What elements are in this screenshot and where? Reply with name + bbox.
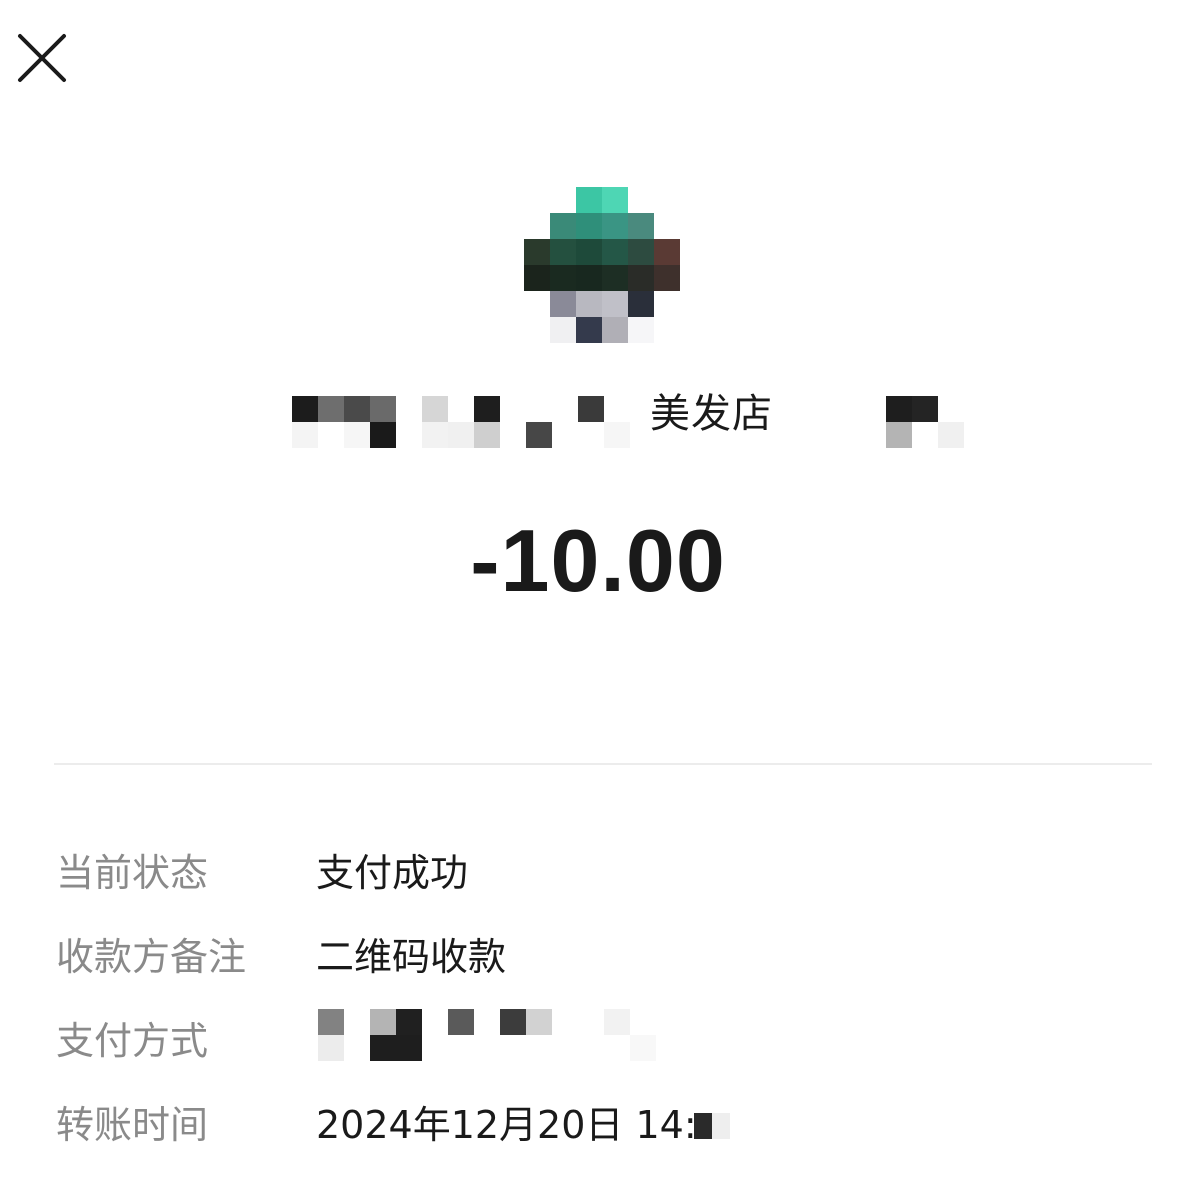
merchant-avatar <box>524 187 684 347</box>
close-icon <box>18 34 66 82</box>
status-value: 支付成功 <box>316 851 469 895</box>
status-label: 当前状态 <box>56 851 209 895</box>
transaction-amount: -10.00 <box>470 511 726 610</box>
payee-note-label: 收款方备注 <box>56 935 247 979</box>
transfer-time-redacted <box>694 1113 730 1141</box>
transfer-time-value: 2024年12月20日 14: <box>316 1103 697 1147</box>
payment-method-redacted <box>318 1007 678 1067</box>
merchant-name: 美发店 <box>650 388 773 440</box>
divider <box>54 763 1152 765</box>
payee-note-value: 二维码收款 <box>316 935 507 979</box>
transfer-time-label: 转账时间 <box>56 1103 209 1147</box>
detail-row-payee-note: 收款方备注 二维码收款 <box>56 929 1156 985</box>
merchant-name-visible: 美发店 <box>650 391 773 437</box>
merchant-name-redacted <box>290 392 970 452</box>
detail-row-transfer-time: 转账时间 2024年12月20日 14: <box>56 1097 1156 1153</box>
payment-method-label: 支付方式 <box>56 1019 209 1063</box>
detail-row-payment-method: 支付方式 <box>56 1009 1156 1069</box>
detail-row-status: 当前状态 支付成功 <box>56 845 1156 901</box>
close-button[interactable] <box>14 30 70 86</box>
